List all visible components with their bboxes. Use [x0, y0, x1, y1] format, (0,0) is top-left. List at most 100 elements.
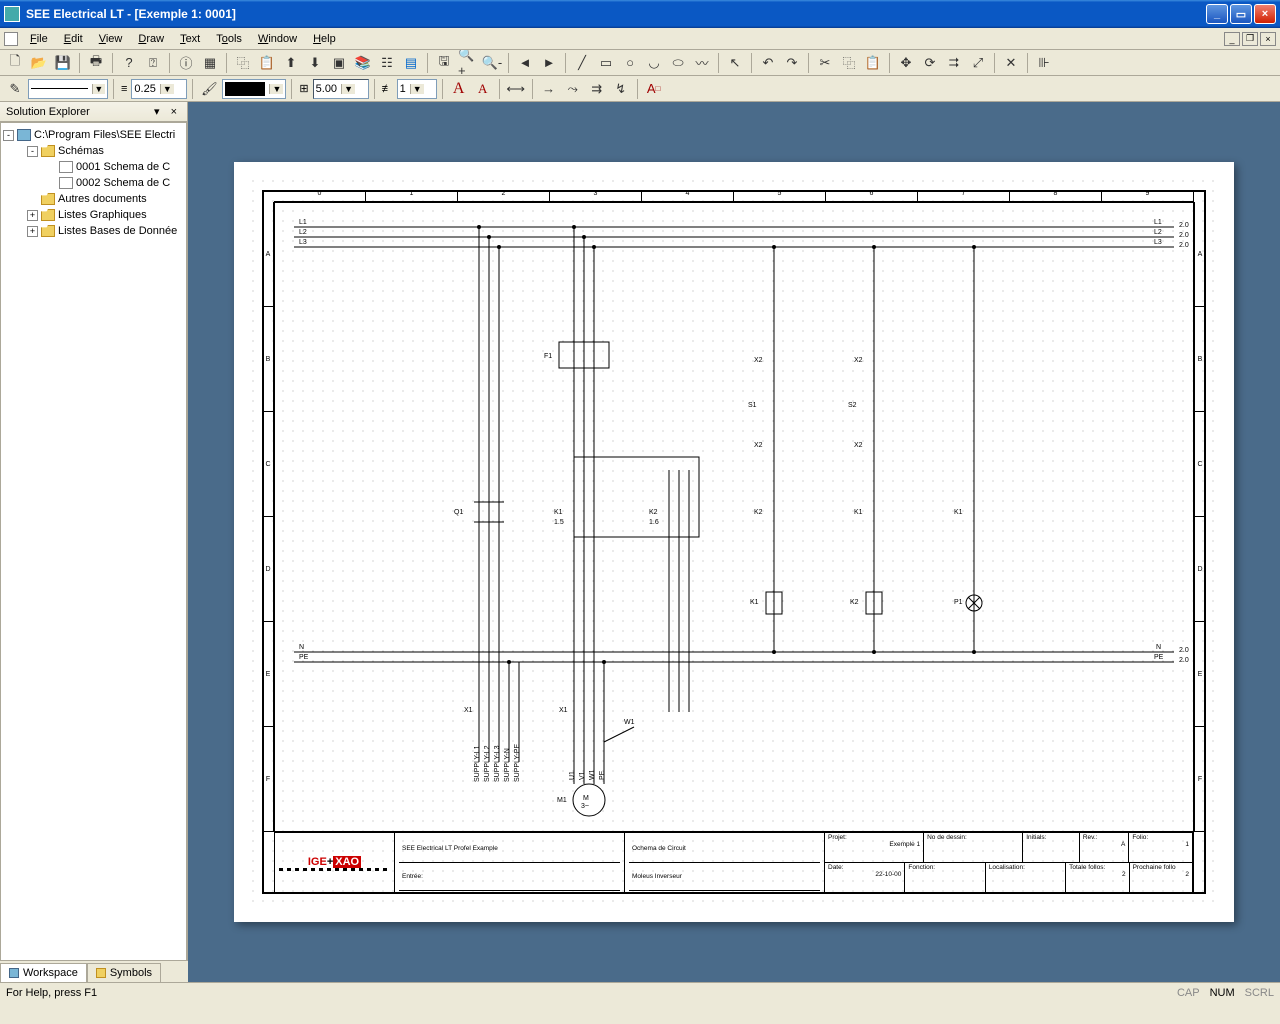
- tb-logo: IGE+XAO: [275, 833, 395, 893]
- save-button[interactable]: 💾: [52, 52, 74, 74]
- save-as-button[interactable]: 🖫: [433, 52, 455, 74]
- mdi-restore[interactable]: ❐: [1242, 32, 1258, 46]
- mirror-button[interactable]: ⮆: [943, 52, 965, 74]
- redo-button[interactable]: ↷: [781, 52, 803, 74]
- menu-help[interactable]: Help: [305, 31, 344, 47]
- grid-button[interactable]: ▦: [199, 52, 221, 74]
- color-combo[interactable]: ▼: [222, 79, 286, 99]
- polyline-button[interactable]: 〰: [691, 52, 713, 74]
- main-area: Solution Explorer ▾ × -C:\Program Files\…: [0, 102, 1280, 982]
- undo-button[interactable]: ↶: [757, 52, 779, 74]
- maximize-button[interactable]: ▭: [1230, 4, 1252, 24]
- open-button[interactable]: 📂: [28, 52, 50, 74]
- next-button[interactable]: ►: [538, 52, 560, 74]
- text-place-button[interactable]: A□: [643, 78, 665, 100]
- tree-node[interactable]: Autres documents: [3, 191, 184, 207]
- mdi-minimize[interactable]: _: [1224, 32, 1240, 46]
- arc-button[interactable]: ◡: [643, 52, 665, 74]
- tree-node[interactable]: 0001 Schema de C: [3, 159, 184, 175]
- menu-file[interactable]: File: [22, 31, 56, 47]
- explorer-close-icon[interactable]: ×: [167, 106, 181, 118]
- fill-icon[interactable]: 🖌: [198, 78, 220, 100]
- hatch-icon: ≢: [380, 83, 395, 95]
- lineweight-icon: ≡: [119, 83, 129, 95]
- delete-button[interactable]: ✕: [1000, 52, 1022, 74]
- help-context-button[interactable]: ?: [118, 52, 140, 74]
- explorer-tree[interactable]: -C:\Program Files\SEE Electri -Schémas00…: [0, 122, 187, 966]
- mdi-controls: _ ❐ ×: [1224, 32, 1276, 46]
- print-button[interactable]: 🖶: [85, 52, 107, 74]
- wire-3-button[interactable]: ⇉: [586, 78, 608, 100]
- circle-button[interactable]: ○: [619, 52, 641, 74]
- tb-project-title: SEE Electrical LT Profel Example: [399, 835, 620, 863]
- tree-node[interactable]: +Listes Bases de Donnée: [3, 223, 184, 239]
- tree-node[interactable]: +Listes Graphiques: [3, 207, 184, 223]
- minimize-button[interactable]: _: [1206, 4, 1228, 24]
- explorer-pin-icon[interactable]: ▾: [150, 106, 164, 118]
- cut-button[interactable]: ✂: [814, 52, 836, 74]
- rect-button[interactable]: ▭: [595, 52, 617, 74]
- menu-text[interactable]: Text: [172, 31, 208, 47]
- text-small-button[interactable]: A: [472, 78, 494, 100]
- document-icon: [4, 32, 18, 46]
- column-headers: 0123456789: [274, 190, 1194, 202]
- color-swatch: [225, 82, 265, 96]
- zoom-out-button[interactable]: 🔍-: [481, 52, 503, 74]
- prev-button[interactable]: ◄: [514, 52, 536, 74]
- arrow-up-button[interactable]: ⬆: [280, 52, 302, 74]
- close-button[interactable]: ×: [1254, 4, 1276, 24]
- title-bar: SEE Electrical LT - [Exemple 1: 0001] _ …: [0, 0, 1280, 28]
- align-button[interactable]: ⊪: [1033, 52, 1055, 74]
- symbol-button[interactable]: ▤: [400, 52, 422, 74]
- grid-icon: ⊞: [297, 82, 310, 95]
- wire-2-button[interactable]: ⤳: [562, 78, 584, 100]
- status-cap: CAP: [1177, 987, 1200, 999]
- scale-button[interactable]: ⤢: [967, 52, 989, 74]
- tab-workspace[interactable]: Workspace: [0, 963, 87, 982]
- zoom-in-button[interactable]: 🔍+: [457, 52, 479, 74]
- arrow-down-button[interactable]: ⬇: [304, 52, 326, 74]
- sidebar-tabs: Workspace Symbols: [0, 960, 188, 982]
- component-button[interactable]: ▣: [328, 52, 350, 74]
- wire-1-button[interactable]: →: [538, 78, 560, 100]
- pen-icon[interactable]: ✎: [4, 78, 26, 100]
- status-scrl: SCRL: [1245, 987, 1274, 999]
- menu-edit[interactable]: Edit: [56, 31, 91, 47]
- hatch-combo[interactable]: 1▼: [397, 79, 437, 99]
- menu-view[interactable]: View: [91, 31, 131, 47]
- toolbar-properties: ✎ ▼ ≡ 0.25▼ 🖌 ▼ ⊞ 5.00▼ ≢ 1▼ A A ⟷ → ⤳ ⇉…: [0, 76, 1280, 102]
- menu-bar: File Edit View Draw Text Tools Window He…: [0, 28, 1280, 50]
- menu-draw[interactable]: Draw: [130, 31, 172, 47]
- wire-4-button[interactable]: ↯: [610, 78, 632, 100]
- paste2-button[interactable]: 📋: [862, 52, 884, 74]
- ellipse-button[interactable]: ⬭: [667, 52, 689, 74]
- line-width-combo[interactable]: 0.25▼: [131, 79, 187, 99]
- info-button[interactable]: ⓘ: [175, 52, 197, 74]
- whats-this-button[interactable]: ⍰: [142, 52, 164, 74]
- rotate-button[interactable]: ⟳: [919, 52, 941, 74]
- drawing-sheet: 0123456789 ABCDEF ABCDEF L1 L2 L3 L1 L2 …: [234, 162, 1234, 922]
- tree-root[interactable]: -C:\Program Files\SEE Electri: [3, 127, 184, 143]
- tree-node[interactable]: -Schémas: [3, 143, 184, 159]
- line-button[interactable]: ╱: [571, 52, 593, 74]
- text-large-button[interactable]: A: [448, 78, 470, 100]
- tree-node[interactable]: 0002 Schema de C: [3, 175, 184, 191]
- row-headers-right: ABCDEF: [1194, 202, 1206, 832]
- paste-button[interactable]: 📋: [256, 52, 278, 74]
- move-button[interactable]: ✥: [895, 52, 917, 74]
- menu-window[interactable]: Window: [250, 31, 305, 47]
- mdi-close[interactable]: ×: [1260, 32, 1276, 46]
- select-button[interactable]: ↖: [724, 52, 746, 74]
- dim-horiz-button[interactable]: ⟷: [505, 78, 527, 100]
- database-button[interactable]: ☷: [376, 52, 398, 74]
- tab-symbols[interactable]: Symbols: [87, 963, 161, 982]
- grid-combo[interactable]: 5.00▼: [313, 79, 369, 99]
- new-button[interactable]: 🗋: [4, 52, 26, 74]
- explorer-header: Solution Explorer ▾ ×: [0, 102, 187, 122]
- line-style-combo[interactable]: ▼: [28, 79, 108, 99]
- library-button[interactable]: 📚: [352, 52, 374, 74]
- menu-tools[interactable]: Tools: [208, 31, 250, 47]
- drawing-canvas[interactable]: 0123456789 ABCDEF ABCDEF L1 L2 L3 L1 L2 …: [188, 102, 1280, 982]
- copy2-button[interactable]: ⿻: [838, 52, 860, 74]
- copy-button[interactable]: ⿻: [232, 52, 254, 74]
